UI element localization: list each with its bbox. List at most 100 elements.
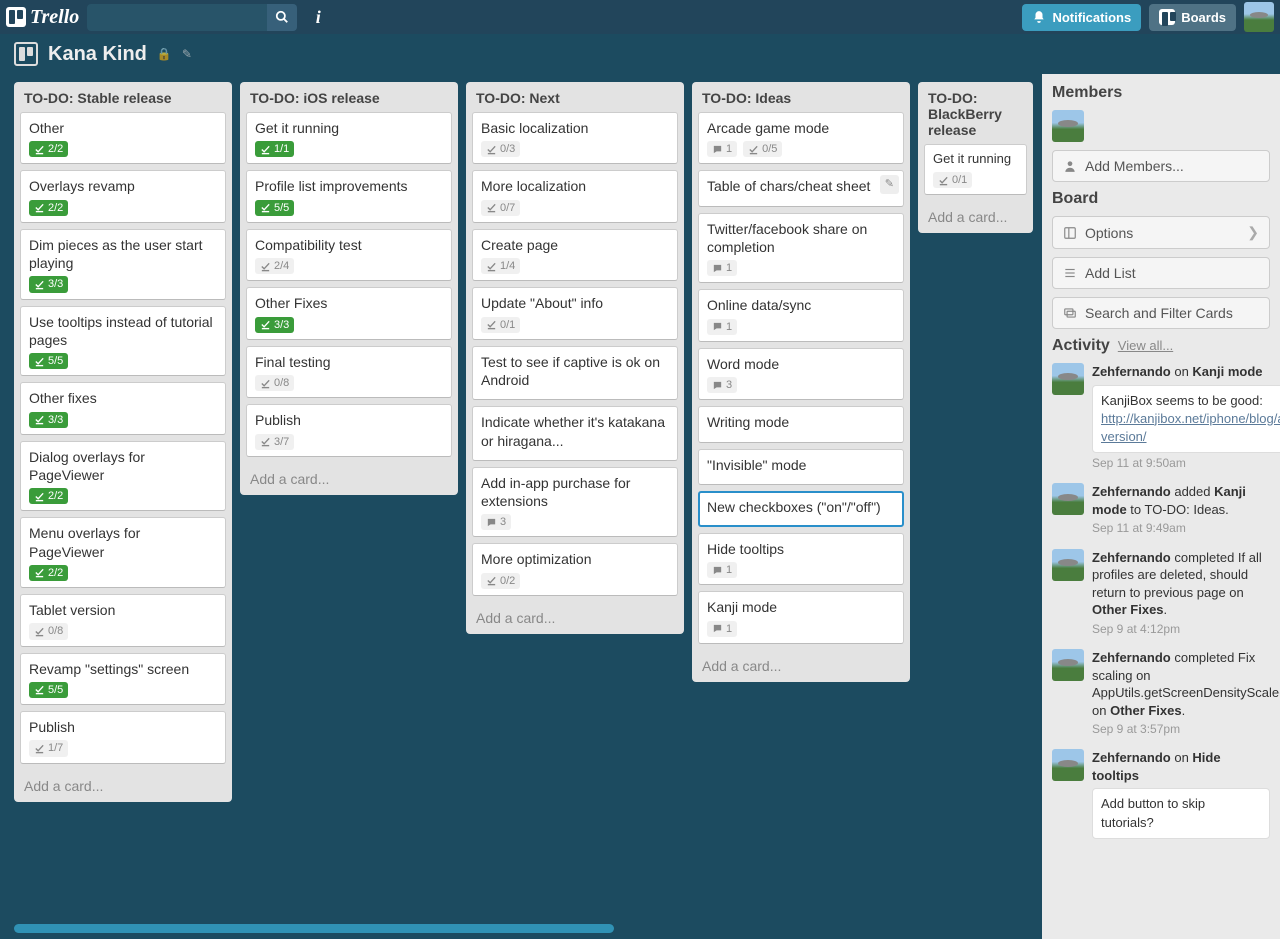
add-members-button[interactable]: Add Members... (1052, 150, 1270, 182)
card-title: Get it running (255, 119, 443, 137)
card-title: Other (29, 119, 217, 137)
list-title[interactable]: TO-DO: iOS release (240, 82, 458, 112)
add-list-button[interactable]: Add List (1052, 257, 1270, 289)
boards-button[interactable]: Boards (1149, 4, 1236, 31)
card-badges: 5/5 (29, 353, 217, 369)
card[interactable]: New checkboxes ("on"/"off") (698, 491, 904, 527)
card[interactable]: Overlays revamp 2/2 (20, 170, 226, 222)
lock-icon[interactable]: 🔒 (157, 47, 172, 61)
horizontal-scrollbar-thumb[interactable] (14, 924, 614, 933)
card[interactable]: Publish 3/7 (246, 404, 452, 456)
list-title[interactable]: TO-DO: Next (466, 82, 684, 112)
trello-logo[interactable]: Trello (6, 6, 79, 29)
card-title: Get it running (933, 151, 1018, 168)
activity-avatar[interactable] (1052, 363, 1084, 395)
list-title[interactable]: TO-DO: Ideas (692, 82, 910, 112)
card-badges: 2/2 (29, 141, 217, 157)
card[interactable]: Other fixes 3/3 (20, 382, 226, 434)
card-title: Dialog overlays for PageViewer (29, 448, 217, 484)
card[interactable]: Create page 1/4 (472, 229, 678, 281)
add-card-link[interactable]: Add a card... (14, 770, 232, 802)
edit-board-icon[interactable]: ✎ (182, 47, 192, 61)
card[interactable]: Kanji mode 1 (698, 591, 904, 643)
card[interactable]: Get it running 1/1 (246, 112, 452, 164)
card[interactable]: Use tooltips instead of tutorial pages 5… (20, 306, 226, 377)
card-title: Create page (481, 236, 669, 254)
card-badges: 3/3 (255, 317, 443, 333)
card[interactable]: Menu overlays for PageViewer 2/2 (20, 517, 226, 588)
card-title: Other fixes (29, 389, 217, 407)
card[interactable]: Writing mode (698, 406, 904, 442)
app-name: Trello (30, 6, 79, 29)
card[interactable]: Dialog overlays for PageViewer 2/2 (20, 441, 226, 512)
activity-avatar[interactable] (1052, 483, 1084, 515)
user-avatar[interactable] (1244, 2, 1274, 32)
view-all-link[interactable]: View all... (1118, 338, 1173, 353)
card-badges: 3/3 (29, 412, 217, 428)
card[interactable]: Twitter/facebook share on completion 1 (698, 213, 904, 284)
comment-badge: 3 (707, 377, 737, 393)
card-badges: 1 (707, 621, 895, 637)
card[interactable]: Final testing 0/8 (246, 346, 452, 398)
card[interactable]: Table of chars/cheat sheet (698, 170, 904, 206)
add-card-link[interactable]: Add a card... (918, 201, 1033, 233)
card[interactable]: Update "About" info 0/1 (472, 287, 678, 339)
card[interactable]: Word mode 3 (698, 348, 904, 400)
card[interactable]: Compatibility test 2/4 (246, 229, 452, 281)
card-badges: 0/1 (933, 172, 1018, 188)
app-header: Trello i Notifications Boards (0, 0, 1280, 34)
card[interactable]: Arcade game mode 1 0/5 (698, 112, 904, 164)
card-badges: 2/2 (29, 488, 217, 504)
notifications-button[interactable]: Notifications (1022, 4, 1141, 31)
activity-avatar[interactable] (1052, 749, 1084, 781)
card[interactable]: Basic localization 0/3 (472, 112, 678, 164)
add-card-link[interactable]: Add a card... (240, 463, 458, 495)
activity-item: Zehfernando completed Fix scaling on App… (1052, 649, 1270, 737)
card[interactable]: Test to see if captive is ok on Android (472, 346, 678, 400)
card[interactable]: More optimization 0/2 (472, 543, 678, 595)
card-badges: 3 (481, 514, 669, 530)
info-button[interactable]: i (305, 4, 331, 30)
list-title[interactable]: TO-DO: Stable release (14, 82, 232, 112)
card[interactable]: Other 2/2 (20, 112, 226, 164)
card[interactable]: Get it running 0/1 (924, 144, 1027, 195)
card-title: More localization (481, 177, 669, 195)
card-badges: 1 (707, 319, 895, 335)
card[interactable]: Dim pieces as the user start playing 3/3 (20, 229, 226, 300)
search-button[interactable] (267, 4, 297, 31)
checklist-badge: 3/3 (29, 276, 68, 292)
add-card-link[interactable]: Add a card... (466, 602, 684, 634)
activity-body: Zehfernando on Hide tooltipsAdd button t… (1092, 749, 1270, 838)
card[interactable]: Add in-app purchase for extensions 3 (472, 467, 678, 538)
activity-comment: KanjiBox seems to be good: http://kanjib… (1092, 385, 1280, 454)
boards-icon (1159, 9, 1175, 25)
card[interactable]: Online data/sync 1 (698, 289, 904, 341)
checklist-badge: 5/5 (255, 200, 294, 216)
activity-avatar[interactable] (1052, 649, 1084, 681)
card[interactable]: Hide tooltips 1 (698, 533, 904, 585)
search-filter-button[interactable]: Search and Filter Cards (1052, 297, 1270, 329)
options-button[interactable]: Options ❯ (1052, 216, 1270, 249)
card[interactable]: Indicate whether it's katakana or hiraga… (472, 406, 678, 460)
card[interactable]: Publish 1/7 (20, 711, 226, 763)
activity-avatar[interactable] (1052, 549, 1084, 581)
card[interactable]: Other Fixes 3/3 (246, 287, 452, 339)
card[interactable]: "Invisible" mode (698, 449, 904, 485)
card-badges: 5/5 (29, 682, 217, 698)
card[interactable]: Profile list improvements 5/5 (246, 170, 452, 222)
card[interactable]: More localization 0/7 (472, 170, 678, 222)
member-avatar[interactable] (1052, 110, 1084, 142)
card[interactable]: Tablet version 0/8 (20, 594, 226, 646)
card-title: Other Fixes (255, 294, 443, 312)
add-card-link[interactable]: Add a card... (692, 650, 910, 682)
card[interactable]: Revamp "settings" screen 5/5 (20, 653, 226, 705)
list-title[interactable]: TO-DO: BlackBerry release (918, 82, 1033, 144)
lists-container: TO-DO: Stable releaseOther 2/2Overlays r… (0, 74, 1042, 939)
card-title: Compatibility test (255, 236, 443, 254)
card-title: Add in-app purchase for extensions (481, 474, 669, 510)
search-input[interactable] (87, 4, 297, 31)
card-badges: 1/7 (29, 740, 217, 756)
card-badges: 5/5 (255, 200, 443, 216)
card-title: Revamp "settings" screen (29, 660, 217, 678)
card-badges: 0/1 (481, 317, 669, 333)
